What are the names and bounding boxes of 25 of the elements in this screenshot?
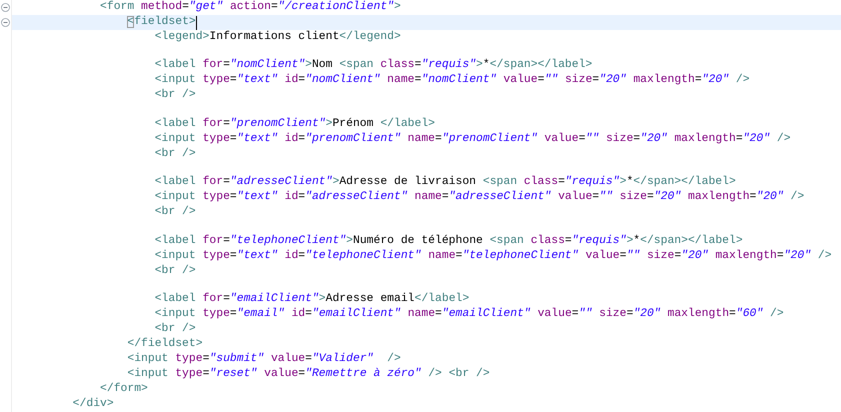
code-line: <form method="get" action="/creationClient"> (99, 0, 401, 15)
code-line: <legend>Informations client</legend> (154, 30, 401, 45)
code-line: <br /> (154, 264, 196, 279)
code-line: <br /> (154, 146, 196, 162)
code-line: <input type="text" id="nomClient" name="nomClient" value="" size="20" maxlength="20" /> (154, 73, 750, 88)
text-cursor (196, 16, 197, 30)
code-line: <label for="telephoneClient">Numéro de téléphone <span class="requis">*</span></label> (154, 234, 743, 249)
code-line: <label for="emailClient">Adresse email</label> (154, 292, 470, 308)
code-line: </fieldset> (126, 337, 203, 352)
code-line: <input type="email" id="emailClient" name="emailClient" value="" size="20" maxlength="60" /> (154, 307, 784, 322)
code-line: </form> (99, 382, 148, 398)
collapse-icon[interactable] (1, 18, 10, 27)
code-line: <label for="adresseClient">Adresse de livraison <span class="requis">*</span></label> (154, 175, 736, 190)
code-line: <input type="text" id="prenomClient" name="prenomClient" value="" size="20" maxlength="20" /> (154, 132, 791, 147)
code-line: </div> (72, 397, 114, 412)
code-line: <input type="reset" value="Remettre à zéro" /> <br /> (126, 367, 490, 382)
code-line: <br /> (154, 322, 196, 338)
collapse-icon[interactable] (1, 2, 10, 12)
code-line: <input type="text" id="adresseClient" name="adresseClient" value="" size="20" maxlength="20" /> (154, 190, 804, 206)
code-line: <label for="nomClient">Nom <span class="requis">*</span></label> (154, 58, 592, 74)
code-line: <label for="prenomClient">Prénom </label> (154, 116, 436, 132)
code-line: <input type="text" id="telephoneClient" name="telephoneClient" value="" size="20" maxlength="20" /> (154, 248, 832, 264)
code-line: <br /> (154, 88, 196, 104)
code-line: <br /> (154, 205, 196, 220)
code-line: <input type="submit" value="Valider" /> (126, 352, 401, 368)
